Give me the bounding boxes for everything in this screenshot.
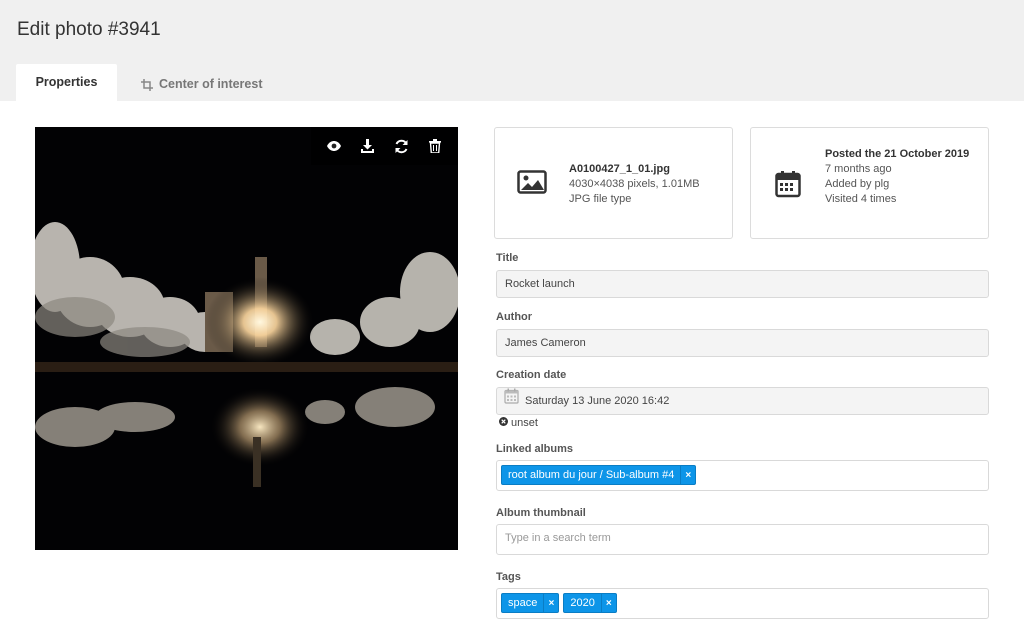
unset-link[interactable]: unset [499,417,538,429]
album-thumbnail-input[interactable]: Type in a search term [496,524,989,555]
calendar-icon [504,388,519,414]
refresh-icon[interactable] [390,135,412,157]
page-title: Edit photo #3941 [17,19,161,40]
album-thumbnail-label: Album thumbnail [496,507,586,519]
file-type: JPG file type [569,193,632,205]
tab-center-of-interest[interactable]: Center of interest [141,66,263,103]
linked-albums-label: Linked albums [496,443,574,455]
album-chip-label: root album du jour / Sub-album #4 [508,469,675,481]
remove-tag-button[interactable]: × [600,594,616,612]
album-thumbnail-placeholder: Type in a search term [505,532,611,544]
author-label: Author [496,311,533,323]
tab-properties[interactable]: Properties [16,64,117,101]
posted-ago: 7 months ago [825,163,892,175]
creation-date-input[interactable]: Saturday 13 June 2020 16:42 [496,387,989,415]
file-dimensions: 4030×4038 pixels, 1.01MB [569,178,700,190]
creation-date-label: Creation date [496,369,567,381]
tag-chip: space × [501,593,560,613]
file-name: A0100427_1_01.jpg [569,163,670,175]
tags-label: Tags [496,571,521,583]
download-icon[interactable] [357,135,379,157]
unset-label: unset [511,417,538,429]
photo-toolbar [311,127,458,165]
image-icon [517,170,547,199]
eye-icon[interactable] [323,135,345,157]
tag-chip-label: 2020 [570,597,595,609]
album-chip: root album du jour / Sub-album #4 × [501,465,697,485]
tab-label: Center of interest [159,77,263,91]
title-input[interactable]: Rocket launch [496,270,989,298]
trash-icon[interactable] [424,135,446,157]
title-label: Title [496,252,519,264]
author-input[interactable]: James Cameron [496,329,989,357]
calendar-icon [775,170,801,203]
posted-date: Posted the 21 October 2019 [825,148,970,160]
visit-count: Visited 4 times [825,193,897,205]
tag-chip-label: space [508,597,538,609]
rocket-launch-image [35,127,458,550]
linked-albums-chips: root album du jour / Sub-album #4 × [501,465,697,485]
file-info-card: A0100427_1_01.jpg 4030×4038 pixels, 1.01… [494,127,733,239]
creation-date-value: Saturday 13 June 2020 16:42 [525,395,670,407]
tag-chip: 2020 × [563,593,617,613]
remove-album-button[interactable]: × [680,466,695,484]
tags-chips: space × 2020 × [501,593,617,613]
date-info-card: Posted the 21 October 2019 7 months ago … [750,127,989,239]
added-by: Added by plg [825,178,890,190]
remove-tag-button[interactable]: × [543,594,558,612]
close-circle-icon [499,417,508,429]
photo-preview [35,127,458,550]
crop-icon [141,78,153,91]
